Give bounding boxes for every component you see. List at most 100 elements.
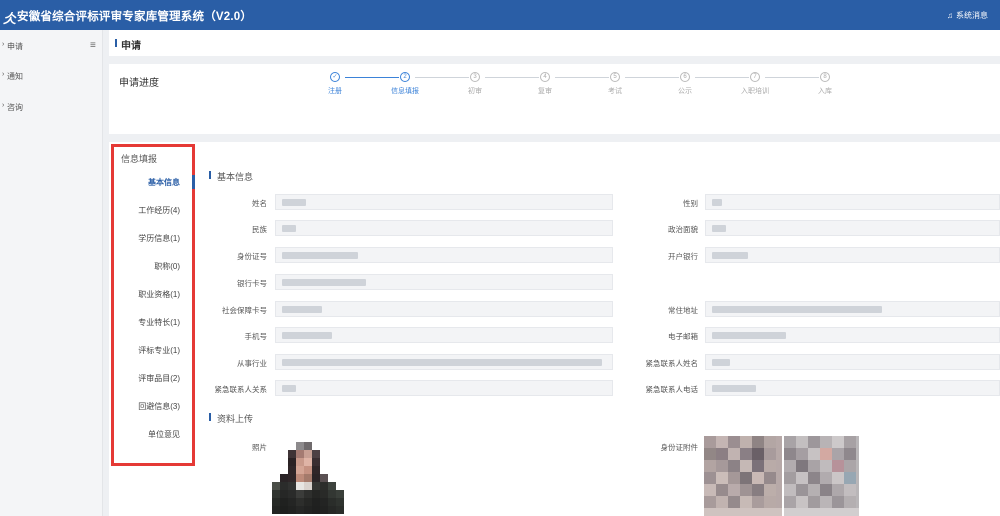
- form-nav-item-basic[interactable]: 基本信息: [148, 177, 180, 188]
- label-bank: 开户银行: [668, 252, 698, 261]
- step-number: 4: [540, 72, 550, 82]
- sidebar-item-label: 咨询: [7, 103, 23, 112]
- step-label: 初审: [468, 88, 482, 95]
- label-id-number: 身份证号: [237, 252, 267, 261]
- step-connector: [485, 77, 539, 78]
- step-label: 入库: [818, 88, 832, 95]
- political-status-field[interactable]: [705, 220, 1000, 236]
- section-upload: 资料上传: [209, 412, 254, 425]
- photo-thumbnail[interactable]: [272, 440, 348, 516]
- address-field[interactable]: [705, 301, 1000, 317]
- main-area: 申请 申请进度 ✓ 注册 2 信息填报 3 初审 4 复审 5 考试 6 公示 …: [109, 30, 1000, 516]
- id-card-thumbnail[interactable]: [704, 436, 859, 516]
- step-connector: [415, 77, 469, 78]
- redacted-value: [712, 359, 730, 366]
- step-label: 入职培训: [741, 88, 769, 95]
- notice-icon: ›: [2, 71, 5, 78]
- sidebar-item-consult[interactable]: › 咨询: [0, 102, 100, 116]
- gender-field[interactable]: [705, 194, 1000, 210]
- social-security-field[interactable]: [275, 301, 613, 317]
- bank-field[interactable]: [705, 247, 1000, 263]
- apply-icon: ›: [2, 41, 5, 48]
- redacted-value: [712, 199, 722, 206]
- progress-card: 申请进度 ✓ 注册 2 信息填报 3 初审 4 复审 5 考试 6 公示 7 入…: [109, 64, 1000, 134]
- sidebar-item-notice[interactable]: › 通知: [0, 71, 100, 85]
- bank-card-field[interactable]: [275, 274, 613, 290]
- form-nav-item-bid-major[interactable]: 评标专业(1): [138, 345, 180, 356]
- label-social-security: 社会保障卡号: [222, 306, 267, 315]
- name-field[interactable]: [275, 194, 613, 210]
- page-header: 申请: [109, 30, 1000, 56]
- progress-title: 申请进度: [119, 78, 159, 89]
- step-connector: [625, 77, 679, 78]
- redacted-value: [282, 385, 296, 392]
- label-email: 电子邮箱: [668, 332, 698, 341]
- section-accent-bar: [209, 171, 211, 179]
- sidebar-item-label: 申请: [7, 42, 23, 51]
- system-message-link[interactable]: ♫ 系统消息: [947, 10, 988, 21]
- step-check-icon: ✓: [330, 72, 340, 82]
- step-number: 5: [610, 72, 620, 82]
- active-indicator: [192, 175, 195, 189]
- consult-icon: ›: [2, 102, 5, 109]
- form-nav-item-avoidance[interactable]: 回避信息(3): [138, 401, 180, 412]
- app-title: 安徽省综合评标评审专家库管理系统（V2.0）: [17, 11, 253, 23]
- redacted-value: [712, 225, 726, 232]
- label-id-attachment: 身份证附件: [660, 443, 699, 452]
- section-basic-info-title: 基本信息: [217, 172, 254, 182]
- section-upload-title: 资料上传: [217, 414, 254, 424]
- emergency-phone-field[interactable]: [705, 380, 1000, 396]
- sidebar: › 申请 › 通知 › 咨询 ≡: [0, 30, 103, 516]
- form-nav-item-specialty[interactable]: 专业特长(1): [138, 317, 180, 328]
- form-nav-item-unit-opinion[interactable]: 单位意见: [148, 429, 180, 440]
- redacted-value: [712, 385, 756, 392]
- sidebar-item-apply[interactable]: › 申请: [0, 41, 100, 55]
- redacted-value: [282, 252, 358, 259]
- ethnicity-field[interactable]: [275, 220, 613, 236]
- step-label: 考试: [608, 88, 622, 95]
- industry-field[interactable]: [275, 354, 613, 370]
- redacted-value: [282, 225, 296, 232]
- page-title: 申请: [121, 41, 141, 52]
- label-industry: 从事行业: [237, 359, 267, 368]
- step-label: 复审: [538, 88, 552, 95]
- sidebar-item-label: 通知: [7, 72, 23, 81]
- redacted-value: [282, 279, 366, 286]
- label-ethnicity: 民族: [252, 225, 267, 234]
- redacted-value: [282, 306, 322, 313]
- phone-field[interactable]: [275, 327, 613, 343]
- label-emergency-phone: 紧急联系人电话: [645, 385, 699, 394]
- app-logo: 仌: [3, 11, 17, 26]
- id-number-field[interactable]: [275, 247, 613, 263]
- bell-icon: ♫: [947, 11, 953, 20]
- system-message-label: 系统消息: [956, 11, 988, 20]
- form-nav-item-review-items[interactable]: 评审品目(2): [138, 373, 180, 384]
- step-label: 公示: [678, 88, 692, 95]
- step-number: 2: [400, 72, 410, 82]
- step-connector: [695, 77, 749, 78]
- step-number: 3: [470, 72, 480, 82]
- label-bank-card: 银行卡号: [237, 279, 267, 288]
- form-nav-item-title[interactable]: 职称(0): [154, 261, 180, 272]
- step-connector: [555, 77, 609, 78]
- title-accent-bar: [115, 39, 117, 47]
- label-gender: 性别: [683, 199, 698, 208]
- label-emergency-relation: 紧急联系人关系: [214, 385, 268, 394]
- step-number: 7: [750, 72, 760, 82]
- form-nav-heading: 信息填报: [121, 154, 158, 164]
- label-political-status: 政治面貌: [668, 225, 698, 234]
- label-phone: 手机号: [244, 332, 268, 341]
- redacted-value: [712, 306, 882, 313]
- email-field[interactable]: [705, 327, 1000, 343]
- form-nav-item-qualification[interactable]: 职业资格(1): [138, 289, 180, 300]
- section-basic-info: 基本信息: [209, 170, 254, 183]
- emergency-name-field[interactable]: [705, 354, 1000, 370]
- label-name: 姓名: [252, 199, 267, 208]
- label-address: 常住地址: [668, 306, 698, 315]
- label-emergency-name: 紧急联系人姓名: [645, 359, 699, 368]
- step-number: 6: [680, 72, 690, 82]
- emergency-relation-field[interactable]: [275, 380, 613, 396]
- content-card: 信息填报 基本信息 工作经历(4) 学历信息(1) 职称(0) 职业资格(1) …: [109, 142, 1000, 516]
- redacted-value: [712, 332, 786, 339]
- hamburger-icon[interactable]: ≡: [90, 40, 96, 51]
